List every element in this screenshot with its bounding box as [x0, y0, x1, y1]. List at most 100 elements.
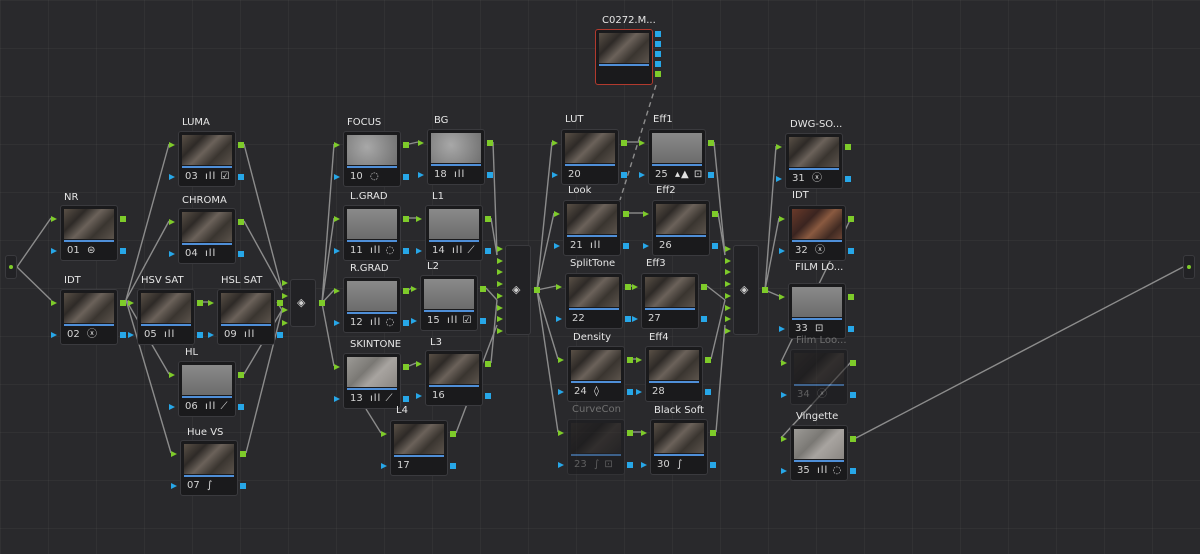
output-port[interactable]: [655, 51, 661, 57]
key-output-port[interactable]: [238, 251, 244, 257]
source-input-terminal[interactable]: [5, 255, 17, 279]
mixer-input-port[interactable]: [725, 292, 731, 299]
mixer-output-port[interactable]: [534, 287, 540, 293]
rgb-output-port[interactable]: [845, 144, 851, 150]
rgb-input-port[interactable]: [171, 451, 177, 457]
output-port[interactable]: [655, 71, 661, 77]
key-input-port[interactable]: [169, 251, 175, 257]
rgb-input-port[interactable]: [418, 140, 424, 146]
key-input-port[interactable]: [334, 320, 340, 326]
key-output-port[interactable]: [403, 174, 409, 180]
rgb-output-port[interactable]: [621, 140, 627, 146]
key-input-port[interactable]: [334, 174, 340, 180]
rgb-input-port[interactable]: [552, 140, 558, 146]
key-input-port[interactable]: [776, 176, 782, 182]
node-09[interactable]: 09 ıll: [217, 289, 275, 345]
node-04[interactable]: 04 ıll: [178, 208, 236, 264]
rgb-output-port[interactable]: [708, 140, 714, 146]
key-input-port[interactable]: [554, 243, 560, 249]
rgb-input-port[interactable]: [639, 140, 645, 146]
rgb-output-port[interactable]: [450, 431, 456, 437]
node-02[interactable]: 02 ⓧ: [60, 289, 118, 345]
key-input-port[interactable]: [781, 468, 787, 474]
node-18[interactable]: 18 ıll: [427, 129, 485, 185]
rgb-input-port[interactable]: [334, 142, 340, 148]
node-14[interactable]: 14 ıll ⟋: [425, 205, 483, 261]
node-22[interactable]: 22: [565, 273, 623, 329]
key-input-port[interactable]: [411, 318, 417, 324]
rgb-input-port[interactable]: [556, 284, 562, 290]
mixer-input-port[interactable]: [497, 304, 503, 311]
rgb-output-port[interactable]: [850, 436, 856, 442]
rgb-input-port[interactable]: [128, 300, 134, 306]
mixer-input-port[interactable]: [725, 257, 731, 264]
key-output-port[interactable]: [627, 389, 633, 395]
rgb-input-port[interactable]: [643, 211, 649, 217]
key-input-port[interactable]: [416, 393, 422, 399]
rgb-output-port[interactable]: [403, 216, 409, 222]
key-input-port[interactable]: [641, 462, 647, 468]
mixer-input-port[interactable]: [725, 246, 731, 252]
key-input-port[interactable]: [643, 243, 649, 249]
key-input-port[interactable]: [51, 332, 57, 338]
key-input-port[interactable]: [639, 172, 645, 178]
key-output-port[interactable]: [627, 462, 633, 468]
key-input-port[interactable]: [779, 326, 785, 332]
rgb-input-port[interactable]: [636, 357, 642, 363]
key-input-port[interactable]: [334, 248, 340, 254]
node-17[interactable]: 17: [390, 420, 448, 476]
mixer-input-port[interactable]: [497, 328, 503, 334]
rgb-output-port[interactable]: [277, 300, 283, 306]
key-output-port[interactable]: [625, 316, 631, 322]
key-output-port[interactable]: [623, 243, 629, 249]
rgb-output-port[interactable]: [485, 216, 491, 222]
key-input-port[interactable]: [632, 316, 638, 322]
key-output-port[interactable]: [120, 332, 126, 338]
key-input-port[interactable]: [558, 389, 564, 395]
key-output-port[interactable]: [712, 243, 718, 249]
rgb-input-port[interactable]: [411, 286, 417, 292]
rgb-output-port[interactable]: [848, 294, 854, 300]
rgb-input-port[interactable]: [781, 360, 787, 366]
rgb-input-port[interactable]: [558, 430, 564, 436]
source-clip-node[interactable]: [595, 29, 653, 85]
node-20[interactable]: 20: [561, 129, 619, 185]
key-input-port[interactable]: [334, 396, 340, 402]
rgb-output-port[interactable]: [705, 357, 711, 363]
key-input-port[interactable]: [51, 248, 57, 254]
key-output-port[interactable]: [845, 176, 851, 182]
mixer-input-port[interactable]: [725, 269, 731, 276]
key-output-port[interactable]: [277, 332, 283, 338]
key-input-port[interactable]: [779, 248, 785, 254]
rgb-input-port[interactable]: [779, 216, 785, 222]
key-input-port[interactable]: [416, 248, 422, 254]
mixer-input-port[interactable]: [725, 316, 731, 323]
rgb-input-port[interactable]: [381, 431, 387, 437]
mixer-output-port[interactable]: [762, 287, 768, 293]
rgb-output-port[interactable]: [712, 211, 718, 217]
key-output-port[interactable]: [120, 248, 126, 254]
rgb-input-port[interactable]: [334, 364, 340, 370]
rgb-input-port[interactable]: [334, 216, 340, 222]
key-output-port[interactable]: [403, 396, 409, 402]
rgb-input-port[interactable]: [776, 144, 782, 150]
key-input-port[interactable]: [169, 404, 175, 410]
rgb-output-port[interactable]: [623, 211, 629, 217]
key-output-port[interactable]: [238, 174, 244, 180]
mixer-input-port[interactable]: [725, 304, 731, 311]
rgb-input-port[interactable]: [169, 219, 175, 225]
key-output-port[interactable]: [487, 172, 493, 178]
rgb-input-port[interactable]: [781, 436, 787, 442]
node-30[interactable]: 30 ∫: [650, 419, 708, 475]
rgb-input-port[interactable]: [169, 372, 175, 378]
key-input-port[interactable]: [418, 172, 424, 178]
node-12[interactable]: 12 ıll ◌: [343, 277, 401, 333]
rgb-output-port[interactable]: [485, 361, 491, 367]
mixer-input-port[interactable]: [282, 280, 288, 286]
rgb-input-port[interactable]: [208, 300, 214, 306]
output-port[interactable]: [655, 41, 661, 47]
mixer-input-port[interactable]: [282, 293, 288, 300]
rgb-input-port[interactable]: [554, 211, 560, 217]
node-01[interactable]: 01 ⊜: [60, 205, 118, 261]
node-26[interactable]: 26: [652, 200, 710, 256]
